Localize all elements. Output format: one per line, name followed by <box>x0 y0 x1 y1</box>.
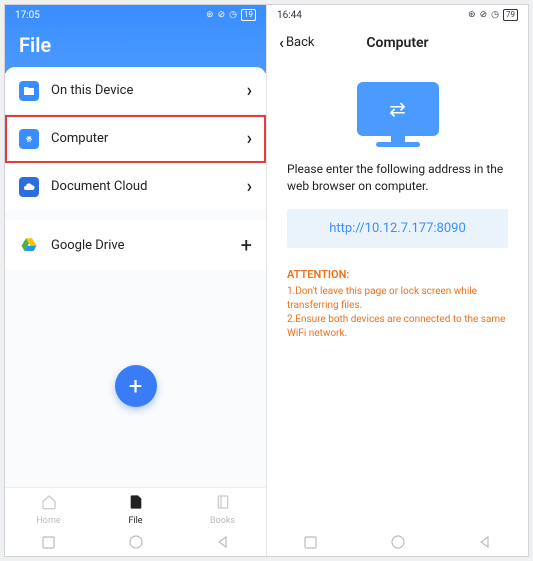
computer-icon <box>19 129 39 149</box>
transfer-icon: ⇄ <box>389 97 406 121</box>
battery-indicator: 19 <box>241 9 256 21</box>
plus-icon: + <box>241 233 252 257</box>
status-right: ⊛ ⊘ ◷ 79 <box>468 9 518 21</box>
attention-heading: ATTENTION: <box>267 262 528 285</box>
file-icon <box>128 494 144 514</box>
status-time: 16:44 <box>277 10 302 21</box>
monitor-screen-icon: ⇄ <box>357 82 439 136</box>
status-bar-right: 16:44 ⊛ ⊘ ◷ 79 <box>267 5 528 25</box>
status-bar-left: 17:05 ⊛ ⊘ ◷ 19 <box>5 5 266 25</box>
row-label: Google Drive <box>51 238 229 253</box>
locations-card: On this Device › Computer › Document Clo… <box>5 67 266 270</box>
instructions-text: Please enter the following address in th… <box>267 161 528 195</box>
cloud-icon <box>19 177 39 197</box>
clock-icon: ◷ <box>229 10 237 20</box>
nav-home[interactable]: Home <box>5 494 92 526</box>
dnd-icon: ⊘ <box>218 10 226 20</box>
alarm-icon: ⊛ <box>206 10 214 20</box>
nav-file[interactable]: File <box>92 494 179 526</box>
dnd-icon: ⊘ <box>480 10 488 20</box>
row-label: On this Device <box>51 83 235 98</box>
home-button[interactable] <box>128 534 144 550</box>
left-content: On this Device › Computer › Document Clo… <box>5 73 266 487</box>
google-drive-icon <box>19 235 39 255</box>
nav-label: Home <box>36 516 60 526</box>
android-nav-bar <box>267 528 528 556</box>
row-label: Document Cloud <box>51 179 235 194</box>
section-gap <box>5 210 266 220</box>
android-nav-bar <box>5 528 266 556</box>
home-button[interactable] <box>390 534 406 550</box>
alarm-icon: ⊛ <box>468 10 476 20</box>
row-google-drive[interactable]: Google Drive + <box>5 220 266 270</box>
home-icon <box>41 494 57 514</box>
nav-label: Books <box>210 516 235 526</box>
status-right: ⊛ ⊘ ◷ 19 <box>206 9 256 21</box>
page-title: File <box>5 25 266 61</box>
screenshot-container: 17:05 ⊛ ⊘ ◷ 19 File On this Device › <box>4 4 529 557</box>
right-body: ⇄ Please enter the following address in … <box>267 64 528 528</box>
add-fab-button[interactable]: + <box>115 365 157 407</box>
monitor-base <box>376 142 420 147</box>
bottom-nav: Home File Books <box>5 487 266 528</box>
row-computer[interactable]: Computer › <box>5 115 266 163</box>
back-label: Back <box>286 35 315 50</box>
recent-apps-button[interactable] <box>41 534 57 550</box>
left-header: 17:05 ⊛ ⊘ ◷ 19 File <box>5 5 266 73</box>
chevron-right-icon: › <box>247 128 252 149</box>
row-label: Computer <box>51 131 235 146</box>
row-on-this-device[interactable]: On this Device › <box>5 67 266 115</box>
battery-indicator: 79 <box>503 9 518 21</box>
right-header: ‹ Back Computer <box>267 25 528 64</box>
plus-icon: + <box>129 372 143 400</box>
recent-apps-button[interactable] <box>303 534 319 550</box>
clock-icon: ◷ <box>491 10 499 20</box>
attention-line-1: 1.Don't leave this page or lock screen w… <box>267 285 528 313</box>
back-button[interactable] <box>477 534 493 550</box>
chevron-left-icon: ‹ <box>279 33 284 52</box>
phone-left: 17:05 ⊛ ⊘ ◷ 19 File On this Device › <box>5 5 267 556</box>
book-icon <box>215 494 231 514</box>
chevron-right-icon: › <box>247 80 252 101</box>
status-time: 17:05 <box>15 10 40 21</box>
row-document-cloud[interactable]: Document Cloud › <box>5 163 266 210</box>
back-button[interactable]: ‹ Back <box>279 33 315 52</box>
computer-illustration: ⇄ <box>267 64 528 161</box>
folder-icon <box>19 81 39 101</box>
chevron-right-icon: › <box>247 176 252 197</box>
phone-right: 16:44 ⊛ ⊘ ◷ 79 ‹ Back Computer ⇄ <box>267 5 528 556</box>
attention-line-2: 2.Ensure both devices are connected to t… <box>267 313 528 341</box>
server-url[interactable]: http://10.12.7.177:8090 <box>287 209 508 248</box>
nav-books[interactable]: Books <box>179 494 266 526</box>
back-button[interactable] <box>215 534 231 550</box>
page-title: Computer <box>366 35 428 51</box>
nav-label: File <box>128 516 142 526</box>
